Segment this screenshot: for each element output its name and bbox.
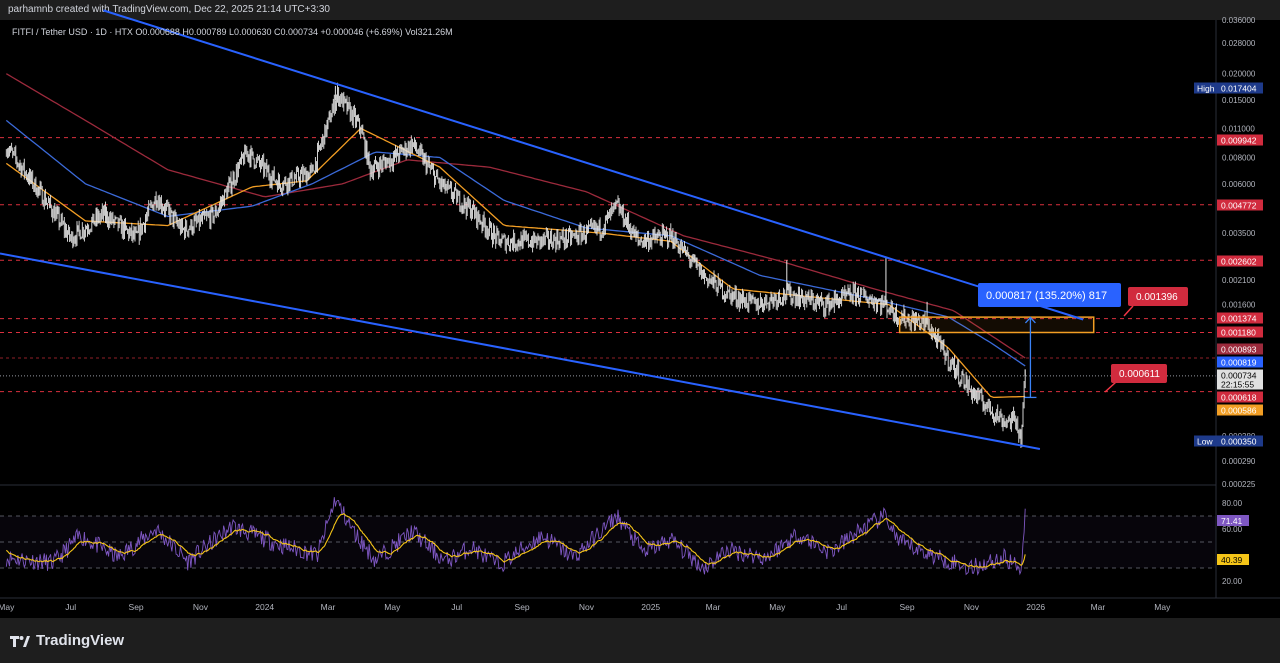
price-label-countdown: 22:15:55 bbox=[1221, 380, 1254, 390]
time-tick-label: May bbox=[0, 602, 15, 612]
price-label-level: 0.009942 bbox=[1221, 136, 1257, 146]
support-callout-leader bbox=[1104, 381, 1117, 393]
time-tick-label: Nov bbox=[193, 602, 209, 612]
price-chart[interactable]: 0.036000 0.028000 0.020000 0.015000 0.011000… bbox=[0, 0, 1280, 663]
ohlc-values: O0.000688 H0.000789 L0.000630 C0.000734 … bbox=[135, 27, 453, 37]
price-label-ma_slow: 0.000893 bbox=[1221, 345, 1257, 355]
time-tick-label: Nov bbox=[579, 602, 595, 612]
price-tick-label: 0.000225 bbox=[1222, 480, 1256, 489]
rsi-tick-label: 60.00 bbox=[1222, 525, 1243, 534]
time-tick-label: May bbox=[1154, 602, 1171, 612]
rsi-pane bbox=[0, 497, 1216, 576]
hilo-tag: Low bbox=[1197, 437, 1213, 447]
rsi-ma-value-label: 40.39 bbox=[1221, 555, 1243, 565]
target-callout-leader bbox=[1123, 305, 1134, 317]
price-label-hilo: 0.000350 bbox=[1221, 437, 1257, 447]
price-tick-label: 0.003500 bbox=[1222, 229, 1256, 238]
channel-trendline[interactable] bbox=[0, 252, 1041, 450]
price-label-level: 0.004772 bbox=[1221, 201, 1257, 211]
price-label-ma_mid: 0.000819 bbox=[1221, 358, 1257, 368]
time-tick-label: Mar bbox=[321, 602, 336, 612]
target-zone[interactable] bbox=[898, 316, 1095, 334]
target-callout-label: 0.001396 bbox=[1136, 292, 1178, 303]
price-label-hilo: 0.017404 bbox=[1221, 84, 1257, 94]
time-tick-label: 2024 bbox=[255, 602, 274, 612]
price-tick-label: 0.011000 bbox=[1222, 124, 1255, 133]
price-label-level: 0.002602 bbox=[1221, 257, 1257, 267]
time-axis: May Jul Sep Nov 2024 Mar May Jul Sep Nov 2025 Mar Ma… bbox=[0, 597, 1280, 612]
price-tick-label: 0.015000 bbox=[1222, 96, 1256, 105]
symbol-name: FITFI / Tether USD · 1D · HTX bbox=[12, 27, 133, 37]
ma-fast-line bbox=[5, 127, 1026, 399]
price-pane bbox=[0, 73, 1216, 486]
time-tick-label: Nov bbox=[964, 602, 980, 612]
price-tick-label: 0.028000 bbox=[1222, 39, 1256, 48]
time-tick-label: Sep bbox=[129, 602, 144, 612]
time-tick-label: 2025 bbox=[641, 602, 660, 612]
time-tick-label: Jul bbox=[836, 602, 847, 612]
ma-slow-line bbox=[5, 73, 1026, 359]
price-tick-label: 0.001600 bbox=[1222, 301, 1256, 310]
support-callout-label: 0.000611 bbox=[1119, 369, 1160, 380]
time-tick-label: Sep bbox=[899, 602, 914, 612]
price-label-level: 0.000618 bbox=[1221, 393, 1257, 403]
time-tick-label: 2026 bbox=[1026, 602, 1045, 612]
price-tick-label: 0.002100 bbox=[1222, 276, 1256, 285]
time-tick-label: Sep bbox=[515, 602, 530, 612]
price-tick-label: 0.020000 bbox=[1222, 70, 1256, 79]
time-tick-label: Jul bbox=[451, 602, 462, 612]
time-tick-label: Mar bbox=[1091, 602, 1106, 612]
price-tick-label: 0.008000 bbox=[1222, 154, 1256, 163]
time-tick-label: Mar bbox=[706, 602, 721, 612]
measure-label: 0.000817 (135.20%) 817 bbox=[986, 290, 1107, 302]
rsi-tick-label: 80.00 bbox=[1222, 499, 1243, 508]
price-label-ma_fast: 0.000586 bbox=[1221, 406, 1257, 416]
time-tick-label: May bbox=[769, 602, 786, 612]
price-tick-label: 0.006000 bbox=[1222, 180, 1256, 189]
time-tick-label: Jul bbox=[65, 602, 76, 612]
price-axis: 0.036000 0.028000 0.020000 0.015000 0.011000… bbox=[1194, 16, 1263, 598]
price-label-level: 0.001374 bbox=[1221, 314, 1257, 324]
ma-mid-line bbox=[5, 119, 1026, 367]
rsi-tick-label: 20.00 bbox=[1222, 577, 1243, 586]
hilo-tag: High bbox=[1197, 84, 1215, 94]
time-tick-label: May bbox=[384, 602, 401, 612]
rsi-value-label: 71.41 bbox=[1221, 516, 1243, 526]
price-tick-label: 0.000290 bbox=[1222, 457, 1256, 466]
price-tick-label: 0.036000 bbox=[1222, 16, 1256, 25]
price-label-level: 0.001180 bbox=[1221, 328, 1256, 338]
symbol-legend: FITFI / Tether USD · 1D · HTX O0.000688 … bbox=[12, 27, 453, 37]
